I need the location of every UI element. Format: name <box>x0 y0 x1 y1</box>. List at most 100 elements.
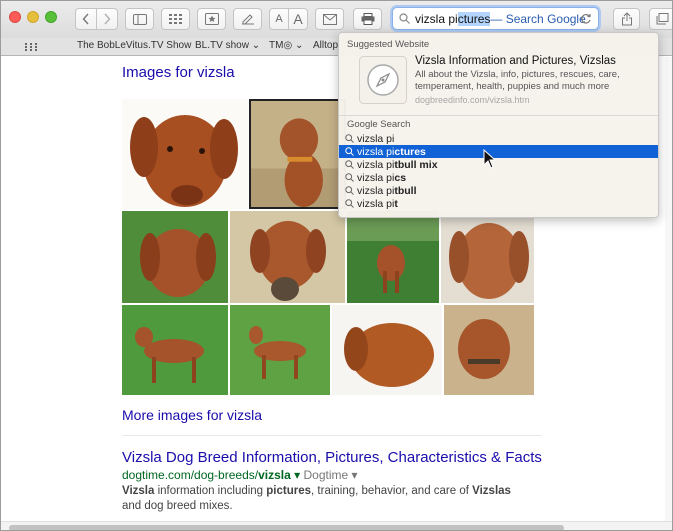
vizsla-photo-icon <box>444 305 534 395</box>
vizsla-photo-icon <box>347 211 439 303</box>
address-suggestions-dropdown: Suggested Website Vizsla Information and… <box>338 32 659 218</box>
suggestion-item[interactable]: vizsla pi t <box>339 197 658 210</box>
tabs-overview-button[interactable] <box>649 8 672 30</box>
print-button[interactable] <box>353 8 382 30</box>
suggestion-item[interactable]: vizsla pi cs <box>339 171 658 184</box>
suggested-site-item[interactable] <box>359 56 407 104</box>
snippet-bold: Vizsla <box>122 485 155 497</box>
more-images-link[interactable]: More images for vizsla <box>122 407 262 423</box>
suggestion-completion: tbull mix <box>394 158 438 171</box>
reload-icon[interactable] <box>580 13 592 25</box>
horizontal-scrollbar[interactable] <box>1 521 672 530</box>
vizsla-photo-icon <box>332 305 442 395</box>
divider <box>122 435 542 436</box>
bookmark-button[interactable] <box>197 8 226 30</box>
suggestion-completion: tbull <box>394 184 417 197</box>
result-source[interactable]: Dogtime ▾ <box>300 468 357 482</box>
search-icon <box>399 13 410 24</box>
vizsla-photo-icon <box>122 211 228 303</box>
dog-image[interactable] <box>230 211 345 303</box>
search-icon <box>345 173 354 182</box>
horizontal-scroll-thumb[interactable] <box>9 525 564 530</box>
dog-image[interactable] <box>122 99 248 209</box>
share-icon <box>621 12 632 26</box>
vizsla-photo-icon <box>122 99 248 209</box>
suggested-site-url: dogbreedinfo.com/vizsla.htm <box>415 95 530 105</box>
chevron-left-icon <box>82 13 89 25</box>
suggestion-item[interactable]: vizsla pi tbull <box>339 184 658 197</box>
dog-image[interactable] <box>347 211 439 303</box>
dog-image[interactable] <box>332 305 442 395</box>
snippet-text: , training, behavior, and care of <box>311 485 473 497</box>
suggestion-completion: t <box>394 197 398 210</box>
back-button[interactable] <box>75 8 97 30</box>
bookmark-star-icon <box>204 13 219 25</box>
grid-icon[interactable] <box>25 43 37 51</box>
compass-icon <box>359 56 407 104</box>
vizsla-photo-icon <box>251 101 344 207</box>
dog-image[interactable] <box>122 211 228 303</box>
chevron-right-icon <box>104 13 111 25</box>
bookmark-item-boblevitus-show[interactable]: The BobLeVitus.TV Show <box>77 40 191 51</box>
font-smaller-button[interactable]: A <box>269 8 289 30</box>
search-icon <box>345 186 354 195</box>
result-url-bold: vizsla <box>258 468 291 482</box>
dog-image[interactable] <box>441 211 534 303</box>
suggested-website-heading: Suggested Website <box>347 39 430 50</box>
search-icon <box>345 147 354 156</box>
address-search-hint: — Search Google <box>490 11 586 26</box>
font-small-label: A <box>275 13 283 25</box>
close-window-button[interactable] <box>9 11 21 23</box>
bookmark-item-alltop[interactable]: Alltop <box>313 40 338 51</box>
suggested-site-title[interactable]: Vizsla Information and Pictures, Vizslas <box>415 55 616 67</box>
suggestion-item-selected[interactable]: vizsla pi ctures <box>339 145 658 158</box>
search-result-snippet: Vizsla information including pictures, t… <box>122 484 522 514</box>
suggestion-item[interactable]: vizsla pi tbull mix <box>339 158 658 171</box>
address-autocomplete-selection: ctures <box>457 11 491 26</box>
suggestion-typed: vizsla pi <box>357 197 395 210</box>
share-button[interactable] <box>613 8 640 30</box>
search-icon <box>345 199 354 208</box>
snippet-bold: Vizslas <box>472 485 511 497</box>
dog-image[interactable] <box>249 99 346 209</box>
minimize-window-button[interactable] <box>27 11 39 23</box>
snippet-text: and dog breed mixes. <box>122 500 233 512</box>
result-url-menu[interactable]: ▾ <box>291 468 300 482</box>
suggestion-typed: vizsla pi <box>357 184 395 197</box>
forward-button[interactable] <box>96 8 118 30</box>
reading-list-button[interactable] <box>233 8 262 30</box>
top-sites-button[interactable] <box>161 8 190 30</box>
vertical-scrollbar[interactable] <box>665 57 672 521</box>
font-larger-button[interactable]: A <box>288 8 308 30</box>
sidebar-button[interactable] <box>125 8 154 30</box>
suggestion-typed: vizsla pi <box>357 158 395 171</box>
vizsla-photo-icon <box>230 211 345 303</box>
suggestion-completion: cs <box>394 171 407 184</box>
vizsla-photo-icon <box>122 305 228 395</box>
address-typed-text: vizsla pi <box>415 11 458 26</box>
suggestion-typed: vizsla pi <box>357 132 395 145</box>
printer-icon <box>361 13 374 25</box>
bookmark-item-bltv-show[interactable]: BL.TV show ⌄ <box>195 40 260 51</box>
dog-image[interactable] <box>122 305 228 395</box>
font-large-label: A <box>293 11 303 27</box>
search-icon <box>345 160 354 169</box>
edit-icon <box>241 14 254 25</box>
suggestion-typed: vizsla pi <box>357 145 395 158</box>
grid-icon <box>168 14 182 24</box>
snippet-bold: pictures <box>266 485 312 497</box>
vizsla-photo-icon <box>230 305 330 395</box>
email-page-button[interactable] <box>315 8 344 30</box>
suggestion-item[interactable]: vizsla pi <box>339 132 658 145</box>
tabs-icon <box>656 13 669 25</box>
address-bar[interactable]: vizsla pi ctures — Search Google <box>392 7 599 30</box>
dog-image[interactable] <box>444 305 534 395</box>
google-search-heading: Google Search <box>347 119 411 130</box>
search-result-title-link[interactable]: Vizsla Dog Breed Information, Pictures, … <box>122 449 542 466</box>
dog-image[interactable] <box>230 305 330 395</box>
snippet-text: information including <box>154 485 267 497</box>
zoom-window-button[interactable] <box>45 11 57 23</box>
suggested-site-description: All about the Vizsla, info, pictures, re… <box>415 69 620 92</box>
images-heading-link[interactable]: Images for vizsla <box>122 64 235 81</box>
bookmark-item-tm[interactable]: TM◎ ⌄ <box>269 40 303 51</box>
